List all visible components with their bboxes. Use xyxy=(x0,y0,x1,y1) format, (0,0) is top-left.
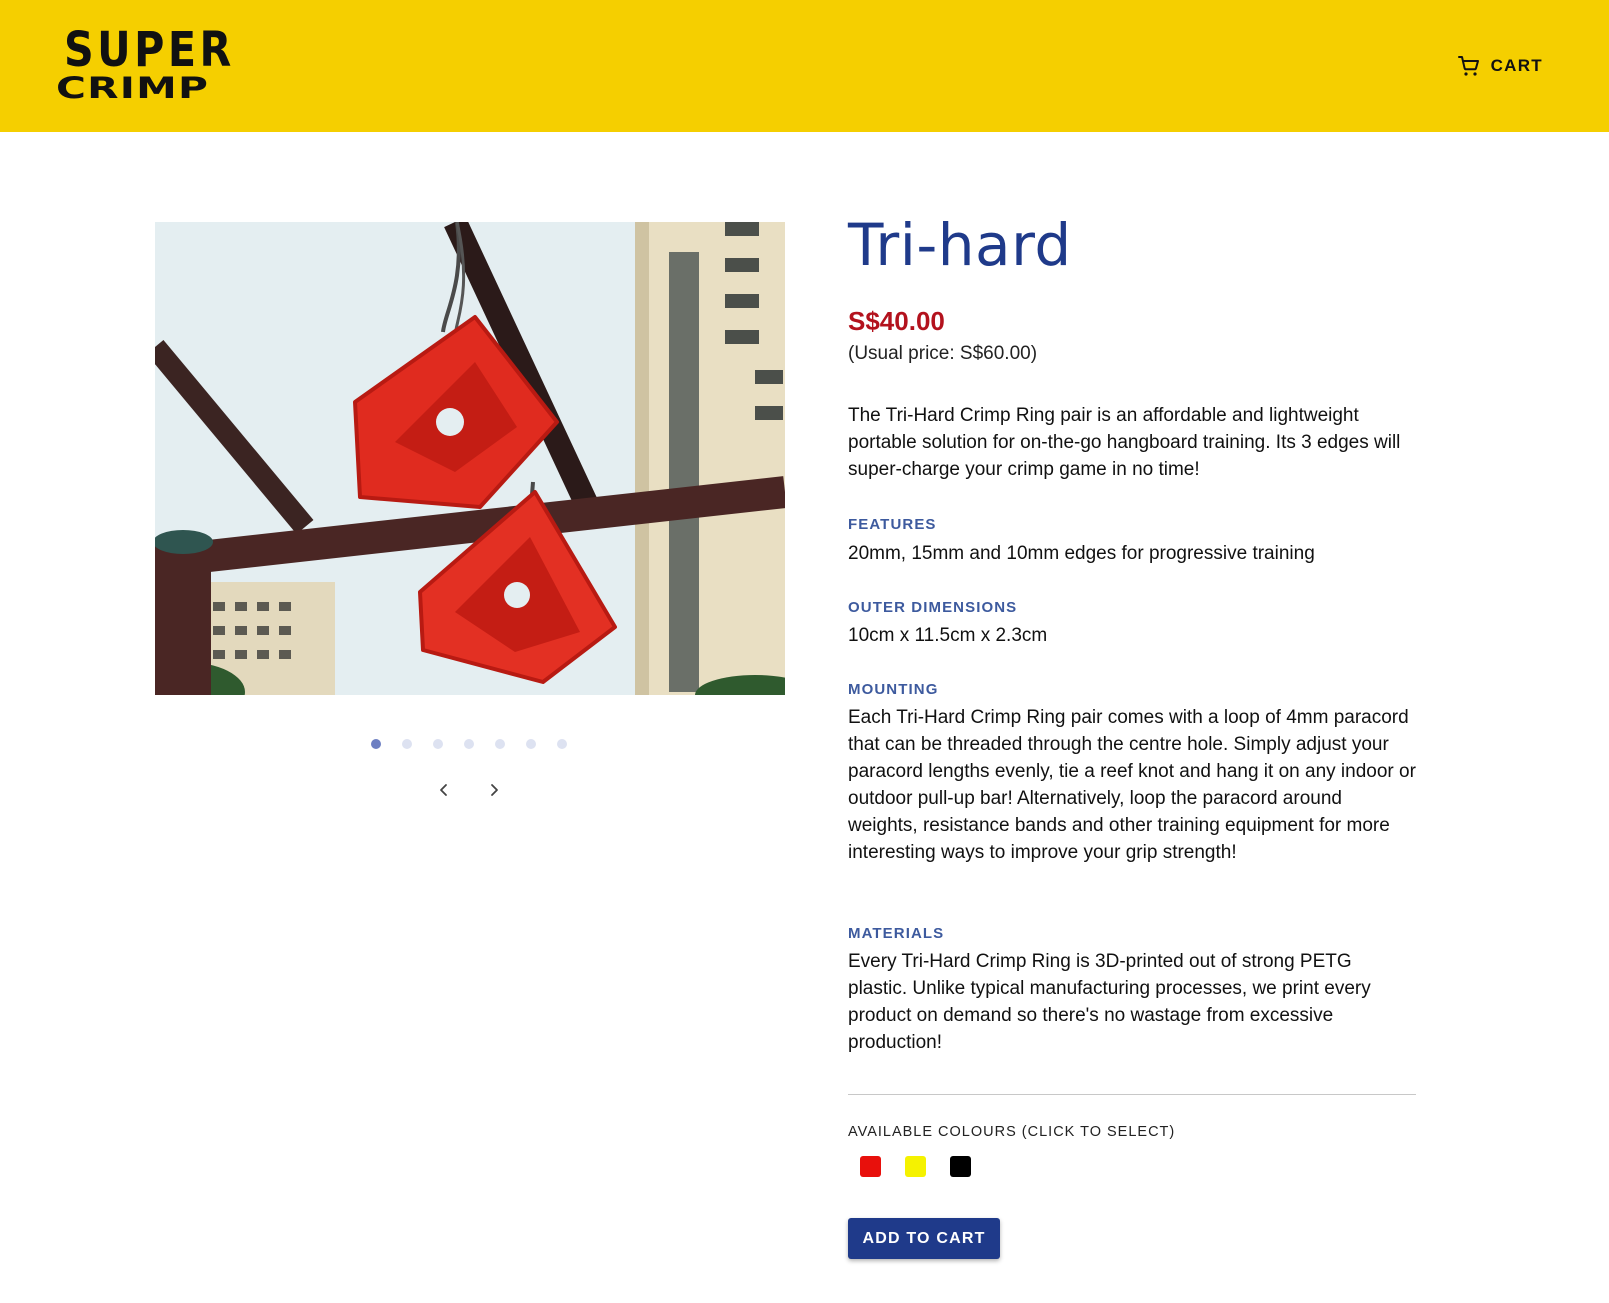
add-to-cart-button[interactable]: ADD TO CART xyxy=(848,1218,1000,1259)
gallery-dot[interactable] xyxy=(495,739,505,749)
logo-line-super: SUPER xyxy=(64,22,235,78)
product-photo-illustration xyxy=(155,222,785,695)
gallery-pagination xyxy=(371,739,567,749)
gallery-dot[interactable] xyxy=(402,739,412,749)
gallery-dot[interactable] xyxy=(371,739,381,749)
site-header: SUPER CRIMP CART xyxy=(0,0,1609,132)
usual-price: (Usual price: S$60.00) xyxy=(848,343,1038,364)
cart-link[interactable]: CART xyxy=(1457,52,1543,80)
product-photo[interactable] xyxy=(155,222,785,695)
dimensions-text: 10cm x 11.5cm x 2.3cm xyxy=(848,625,1048,646)
features-text: 20mm, 15mm and 10mm edges for progressiv… xyxy=(848,543,1315,564)
gallery-dot[interactable] xyxy=(526,739,536,749)
shopping-cart-icon xyxy=(1457,56,1479,76)
product-description: The Tri-Hard Crimp Ring pair is an affor… xyxy=(848,405,1401,480)
colour-swatches xyxy=(860,1156,971,1177)
colour-swatch[interactable] xyxy=(950,1156,971,1177)
super-crimp-logo[interactable]: SUPER CRIMP xyxy=(56,26,231,108)
dimensions-heading: OUTER DIMENSIONS xyxy=(848,599,1018,616)
materials-heading: MATERIALS xyxy=(848,925,945,942)
chevron-left-icon xyxy=(440,784,447,796)
colours-label: AVAILABLE COLOURS (CLICK TO SELECT) xyxy=(848,1124,1176,1140)
gallery-dot[interactable] xyxy=(433,739,443,749)
product-gallery xyxy=(155,222,785,695)
divider xyxy=(848,1094,1416,1095)
mounting-text: Each Tri-Hard Crimp Ring pair comes with… xyxy=(848,707,1416,863)
colour-swatch[interactable] xyxy=(905,1156,926,1177)
materials-text: Every Tri-Hard Crimp Ring is 3D-printed … xyxy=(848,951,1371,1053)
mounting-heading: MOUNTING xyxy=(848,681,939,698)
gallery-dot[interactable] xyxy=(557,739,567,749)
gallery-arrows xyxy=(432,778,506,802)
chevron-right-icon xyxy=(491,784,498,796)
cart-label: CART xyxy=(1490,56,1543,75)
prev-slide-button[interactable] xyxy=(432,778,456,802)
colour-swatch[interactable] xyxy=(860,1156,881,1177)
features-heading: FEATURES xyxy=(848,516,937,533)
next-slide-button[interactable] xyxy=(482,778,506,802)
logo-line-crimp: CRIMP xyxy=(56,71,210,106)
product-info: Tri-hard S$40.00 (Usual price: S$60.00) … xyxy=(848,210,1416,1259)
sale-price: S$40.00 xyxy=(848,306,945,336)
gallery-dot[interactable] xyxy=(464,739,474,749)
product-title: Tri-hard xyxy=(848,211,1072,279)
